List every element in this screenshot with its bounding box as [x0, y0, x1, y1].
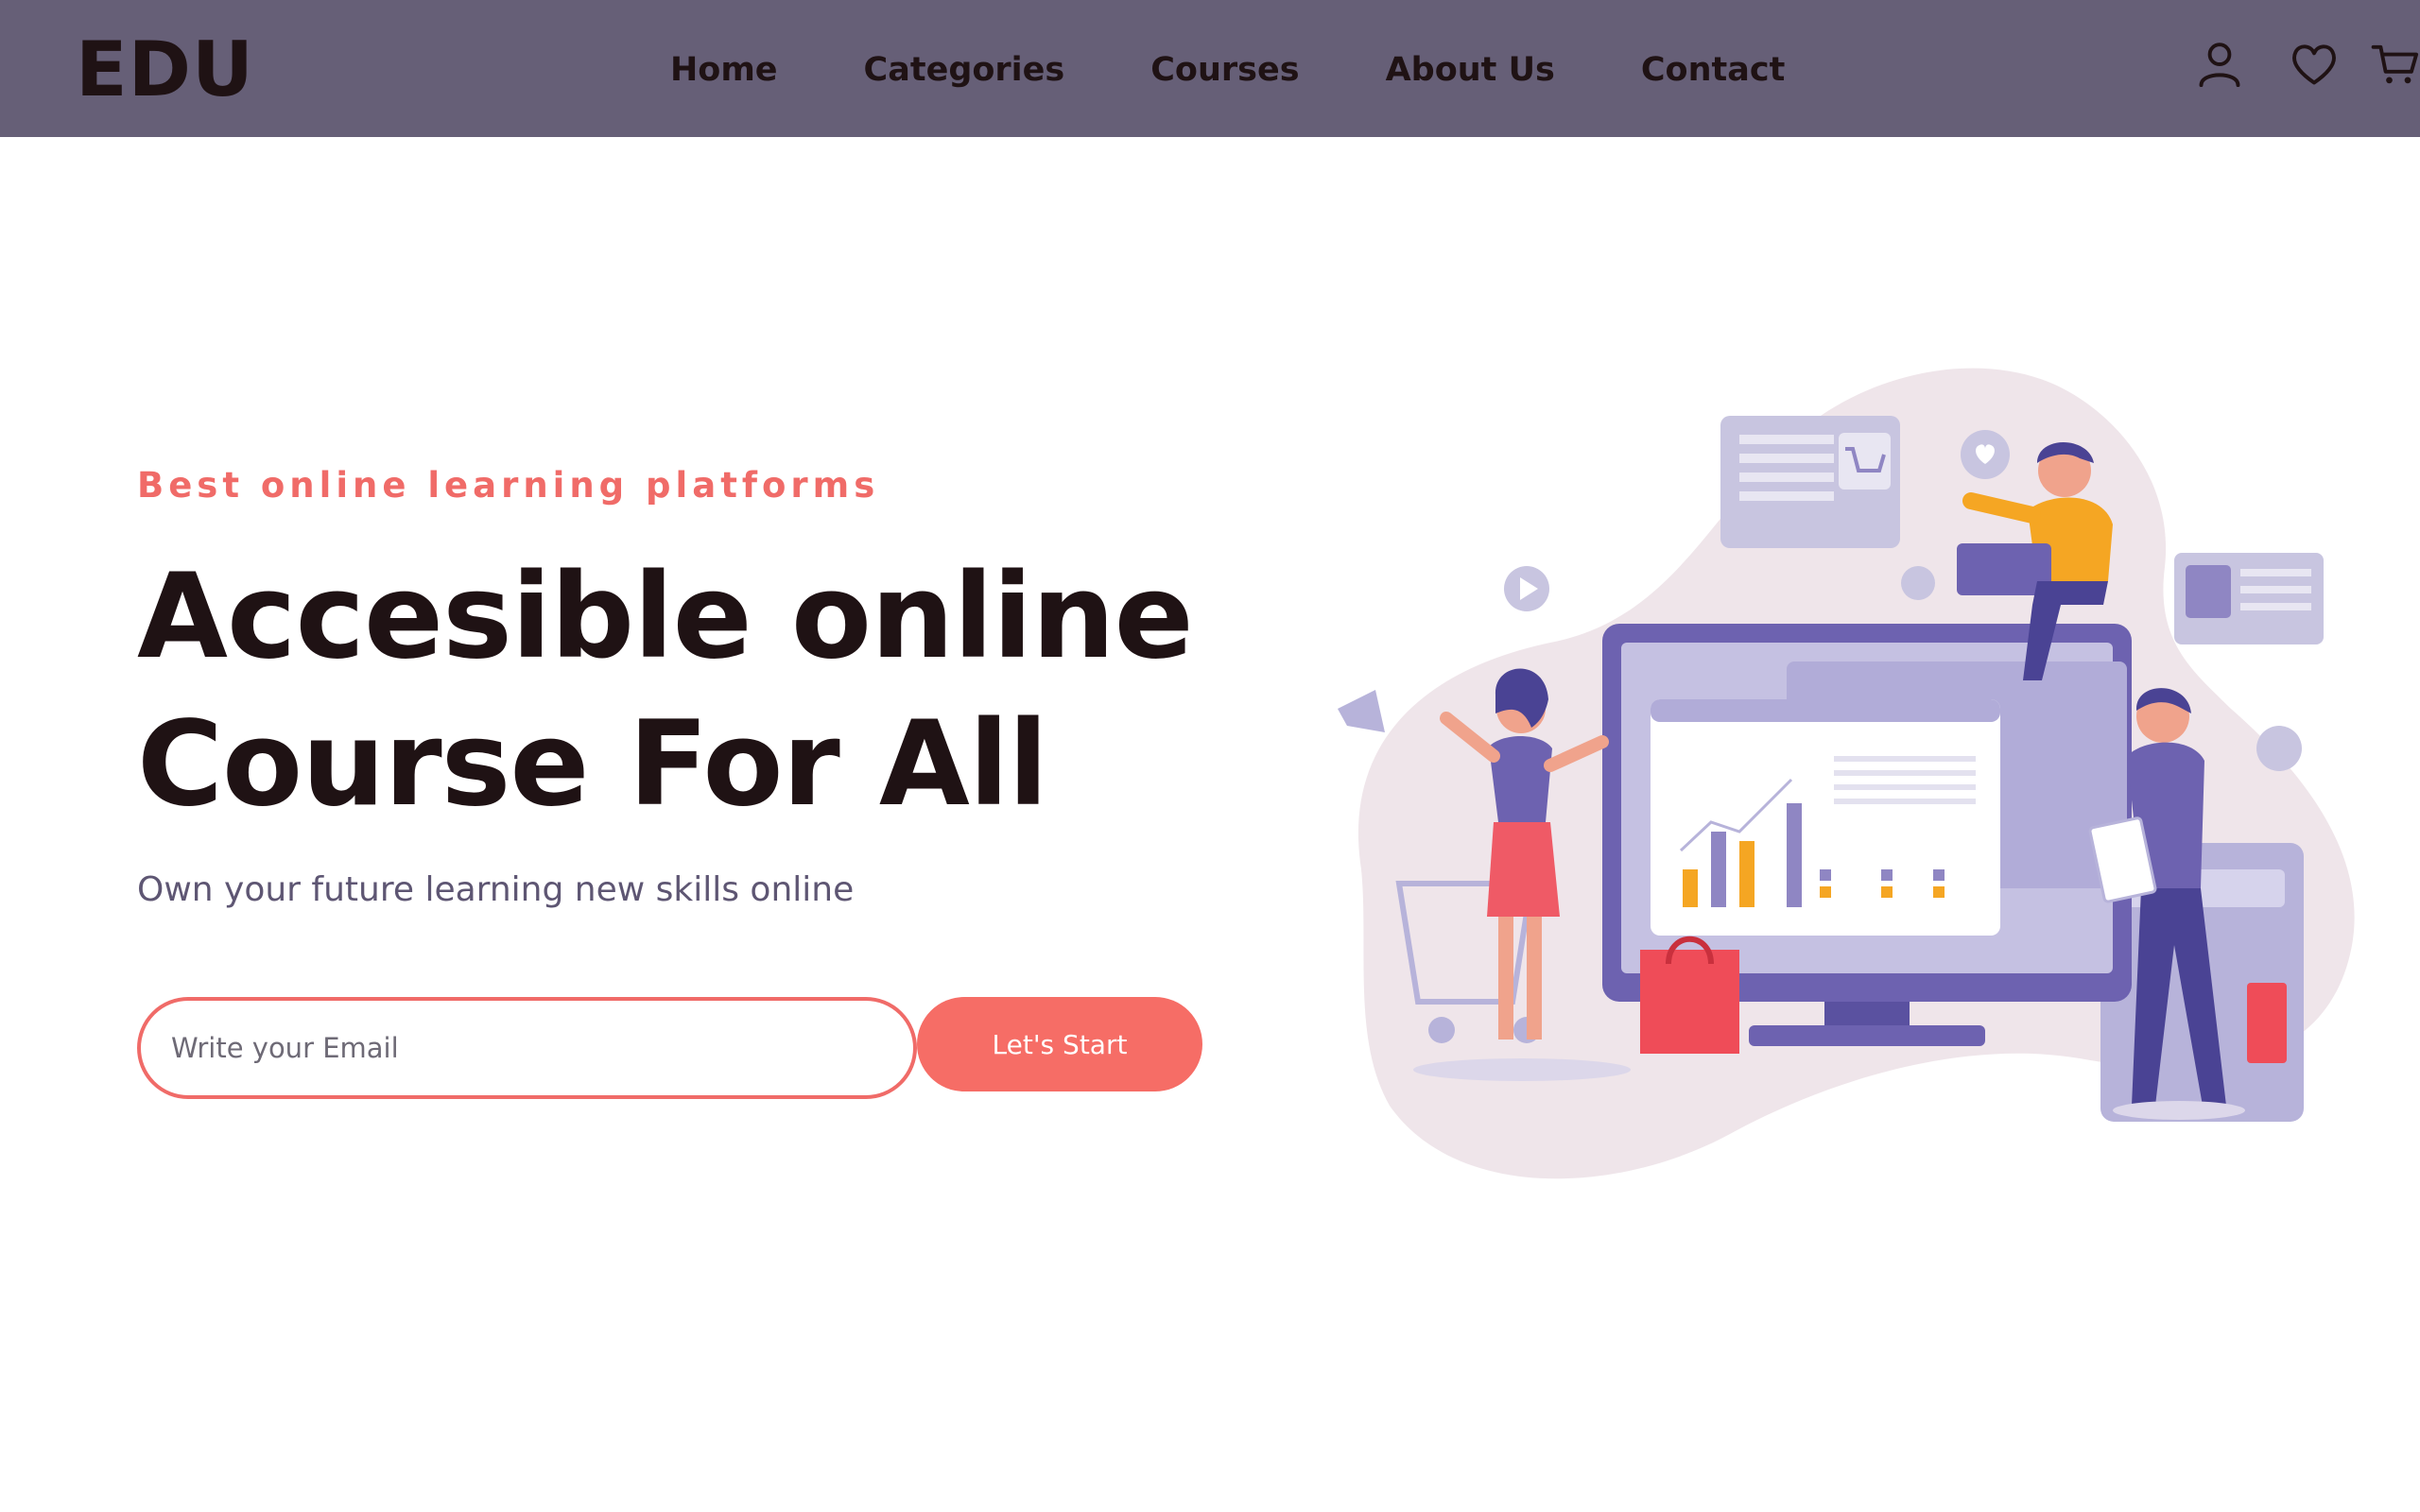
nav-categories[interactable]: Categories	[864, 51, 1065, 89]
top-header: EDU Home Categories Courses About Us Con…	[0, 0, 2420, 137]
user-icon[interactable]	[2195, 38, 2244, 91]
heart-icon[interactable]	[2290, 38, 2339, 91]
nav-home[interactable]: Home	[670, 51, 778, 89]
hero-illustration	[1305, 359, 2382, 1191]
nav-courses[interactable]: Courses	[1150, 51, 1299, 89]
header-icons	[2193, 38, 2420, 94]
nav-about-us[interactable]: About Us	[1386, 51, 1555, 89]
lets-start-button[interactable]: Let's Start	[917, 997, 1202, 1091]
email-signup-form: Let's Start	[137, 997, 1205, 1099]
hero-subline: Own your future learning new skills onli…	[137, 870, 855, 909]
nav-contact[interactable]: Contact	[1641, 51, 1785, 89]
headline-line-2: Course For All	[137, 696, 1048, 833]
main-nav: Home Categories Courses About Us Contact	[670, 42, 1785, 98]
email-field[interactable]	[137, 997, 917, 1099]
hero-section: Best online learning platforms Accesible…	[137, 465, 1224, 909]
hero-tagline: Best online learning platforms	[137, 465, 880, 506]
site-logo[interactable]: EDU	[76, 28, 254, 112]
cart-icon[interactable]	[2371, 38, 2420, 91]
hero-headline: Accesible online Course For All	[137, 543, 1224, 838]
headline-line-1: Accesible online	[137, 549, 1194, 685]
